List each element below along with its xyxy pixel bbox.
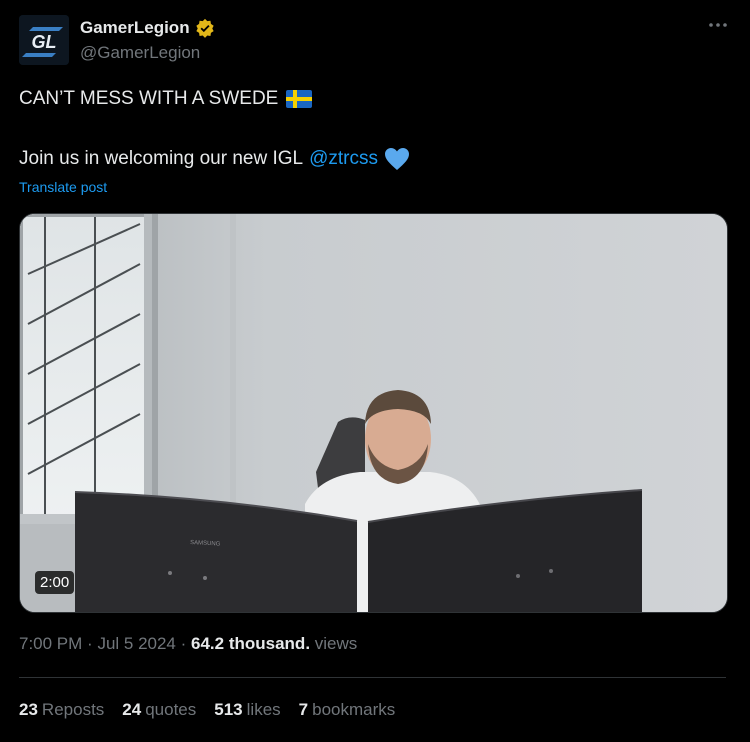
likes-label: likes: [246, 700, 281, 719]
sweden-flag-icon: [286, 90, 313, 108]
author-name-row[interactable]: GamerLegion: [80, 18, 215, 38]
post-headline: CAN’T MESS WITH A SWEDE: [19, 88, 279, 109]
avatar[interactable]: GL: [19, 15, 69, 65]
bookmarks-count: 7: [298, 700, 309, 719]
engagement-stats: 23 Reposts 24 quotes 513 likes 7 bookmarks: [19, 700, 395, 720]
author-handle[interactable]: @GamerLegion: [80, 43, 200, 63]
reposts-label: Reposts: [41, 700, 105, 719]
video-thumbnail: SAMSUNG: [20, 214, 727, 612]
video-duration-badge: 2:00: [35, 571, 75, 594]
bookmarks-stat[interactable]: 7 bookmarks: [299, 700, 396, 720]
likes-stat[interactable]: 513 likes: [214, 700, 280, 720]
translate-post-link[interactable]: Translate post: [19, 179, 107, 195]
post-meta: 7:00 PM · Jul 5 2024 · 64.2 thousand. vi…: [19, 634, 357, 654]
blue-heart-icon: [385, 148, 409, 170]
quotes-stat[interactable]: 24 quotes: [122, 700, 196, 720]
post-text: Join us in welcoming our new IGL: [19, 148, 304, 169]
views-label: views: [314, 634, 358, 653]
reposts-stat[interactable]: 23 Reposts: [19, 700, 104, 720]
quotes-count: 24: [122, 700, 142, 719]
gamerlegion-logo: GL: [19, 15, 69, 65]
meta-separator: ·: [180, 634, 192, 653]
post-text-line2: Join us in welcoming our new IGL @ztrcss: [19, 147, 410, 171]
author-display-name[interactable]: GamerLegion: [80, 18, 190, 38]
more-options-icon[interactable]: [708, 12, 728, 33]
reposts-count: 23: [19, 700, 38, 719]
video-player[interactable]: SAMSUNG 2:00: [19, 213, 728, 613]
avatar-logo-text: GL: [32, 32, 57, 52]
post-text-line1: CAN’T MESS WITH A SWEDE: [19, 88, 313, 110]
post-time[interactable]: 7:00 PM: [19, 634, 82, 653]
likes-count: 513: [214, 700, 243, 719]
verified-badge-icon[interactable]: [195, 18, 215, 38]
bookmarks-label: bookmarks: [312, 700, 396, 719]
post-date[interactable]: Jul 5 2024: [97, 634, 175, 653]
quotes-label: quotes: [145, 700, 197, 719]
views-count: 64.2 thousand.: [191, 634, 311, 653]
meta-separator: ·: [87, 634, 98, 653]
mention-link[interactable]: @ztrcss: [309, 148, 378, 170]
divider: [19, 677, 726, 678]
